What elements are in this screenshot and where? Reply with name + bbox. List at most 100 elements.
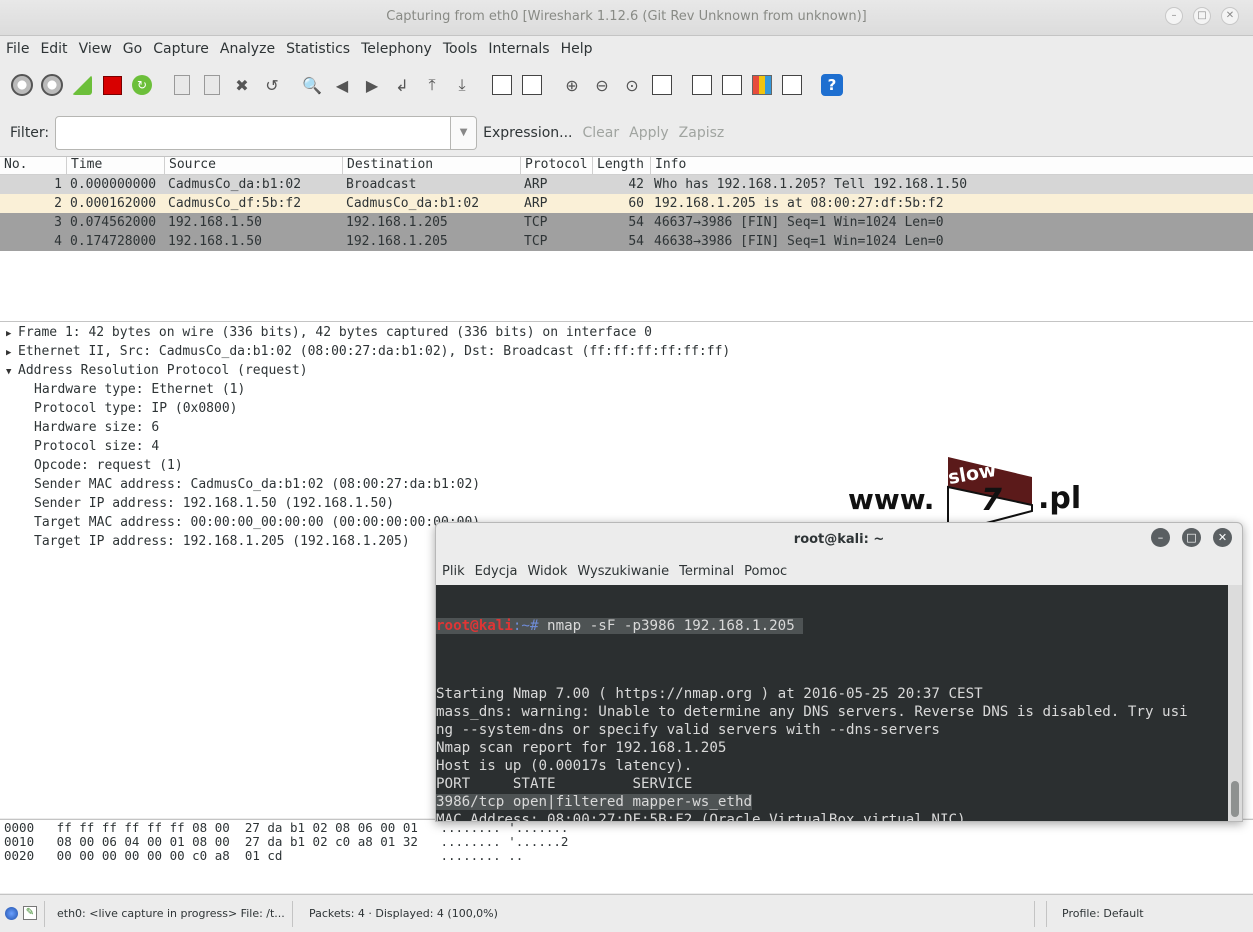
go-to-packet-button[interactable]: ↲ [389, 72, 415, 98]
packet-bytes[interactable]: 0000 ff ff ff ff ff ff 08 00 27 da b1 02… [0, 819, 1253, 893]
terminal-output-line: mass_dns: warning: Unable to determine a… [436, 704, 1188, 720]
tree-item-label: Address Resolution Protocol (request) [18, 363, 308, 378]
go-forward-button[interactable]: ▶ [359, 72, 385, 98]
expression-button[interactable]: Expression... [483, 125, 572, 141]
packet-list[interactable]: No. Time Source Destination Protocol Len… [0, 156, 1253, 322]
open-file-button[interactable] [169, 72, 195, 98]
status-profile[interactable]: Profile: Default [1062, 907, 1144, 920]
terminal-menu-wyszukiwanie[interactable]: Wyszukiwanie [577, 564, 669, 579]
zoom-normal-button[interactable]: ⊙ [619, 72, 645, 98]
menu-tools[interactable]: Tools [443, 41, 478, 57]
close-button[interactable]: ✕ [1221, 7, 1239, 25]
apply-button[interactable]: Apply [629, 125, 669, 141]
table-row[interactable]: 4 0.174728000 192.168.1.50 192.168.1.205 TCP… [0, 232, 1253, 251]
list-icon [492, 75, 512, 95]
restart-capture-button[interactable]: ↻ [129, 72, 155, 98]
clear-button[interactable]: Clear [583, 125, 620, 141]
column-header-info[interactable]: Info [650, 157, 1253, 174]
column-header-length[interactable]: Length [592, 157, 650, 174]
tree-item-ethernet[interactable]: ▶ Ethernet II, Src: CadmusCo_da:b1:02 (08… [0, 342, 1253, 361]
cell-info: Who has 192.168.1.205? Tell 192.168.1.50 [654, 177, 968, 192]
resize-columns-button[interactable] [649, 72, 675, 98]
terminal-maximize-button[interactable]: □ [1182, 528, 1201, 547]
terminal-window[interactable]: root@kali: ~ – □ ✕ Plik Edycja Widok Wyszuk… [435, 522, 1243, 822]
table-row[interactable]: 1 0.000000000 CadmusCo_da:b1:02 Broadcast AR… [0, 175, 1253, 194]
terminal-menu-terminal[interactable]: Terminal [679, 564, 734, 579]
menu-view[interactable]: View [79, 41, 112, 57]
capture-comment-icon[interactable]: ✎ [23, 906, 37, 920]
zoom-out-button[interactable]: ⊖ [589, 72, 615, 98]
tree-item-field[interactable]: Hardware size: 6 [0, 418, 1253, 437]
terminal-minimize-button[interactable]: – [1151, 528, 1170, 547]
menu-edit[interactable]: Edit [40, 41, 67, 57]
coloring-rules-button[interactable] [749, 72, 775, 98]
column-header-protocol[interactable]: Protocol [520, 157, 592, 174]
menu-analyze[interactable]: Analyze [220, 41, 275, 57]
start-capture-button[interactable] [69, 72, 95, 98]
cell-destination: Broadcast [346, 177, 417, 192]
go-back-button[interactable]: ◀ [329, 72, 355, 98]
filter-input[interactable] [55, 116, 452, 150]
tree-item-field[interactable]: Protocol type: IP (0x0800) [0, 399, 1253, 418]
help-button[interactable]: ? [819, 72, 845, 98]
menu-statistics[interactable]: Statistics [286, 41, 350, 57]
filter-bar: Filter: ▼ Expression... Clear Apply Zapi… [0, 114, 1253, 152]
terminal-menu-edycja[interactable]: Edycja [475, 564, 518, 579]
colorize-button[interactable] [489, 72, 515, 98]
expert-info-icon[interactable] [5, 907, 18, 920]
find-packet-button[interactable]: 🔍 [299, 72, 325, 98]
menu-go[interactable]: Go [123, 41, 142, 57]
cell-destination: 192.168.1.205 [346, 215, 448, 230]
maximize-button[interactable]: □ [1193, 7, 1211, 25]
terminal-menu-pomoc[interactable]: Pomoc [744, 564, 787, 579]
tree-item-arp[interactable]: ▼ Address Resolution Protocol (request) [0, 361, 1253, 380]
terminal-close-button[interactable]: ✕ [1213, 528, 1232, 547]
hex-line: 0020 00 00 00 00 00 00 c0 a8 01 cd .....… [4, 848, 524, 863]
terminal-menu-plik[interactable]: Plik [442, 564, 465, 579]
hex-line: 0000 ff ff ff ff ff ff 08 00 27 da b1 02… [4, 820, 569, 835]
filter-dropdown[interactable]: ▼ [451, 116, 478, 150]
list-interfaces-icon [11, 74, 33, 96]
terminal-menu-bar: Plik Edycja Widok Wyszukiwanie Terminal Pomoc [442, 564, 797, 579]
last-packet-button[interactable]: ⤓ [449, 72, 475, 98]
cell-length: 54 [628, 215, 644, 230]
column-header-no[interactable]: No. [0, 157, 66, 174]
first-packet-button[interactable]: ⤒ [419, 72, 445, 98]
close-file-button[interactable]: ✖ [229, 72, 255, 98]
column-header-destination[interactable]: Destination [342, 157, 520, 174]
interfaces-button[interactable] [9, 72, 35, 98]
menu-internals[interactable]: Internals [488, 41, 549, 57]
display-filter-icon [722, 75, 742, 95]
menu-capture[interactable]: Capture [153, 41, 209, 57]
triangle-down-icon: ▼ [6, 367, 12, 377]
table-row[interactable]: 2 0.000162000 CadmusCo_df:5b:f2 CadmusCo_da… [0, 194, 1253, 213]
jump-icon: ↲ [395, 75, 409, 95]
menu-telephony[interactable]: Telephony [361, 41, 432, 57]
shark-fin-icon [72, 75, 92, 95]
resize-columns-icon [652, 75, 672, 95]
terminal-screen[interactable]: root@kali:~# nmap -sF -p3986 192.168.1.2… [436, 585, 1230, 821]
preferences-button[interactable] [779, 72, 805, 98]
capture-filters-button[interactable] [689, 72, 715, 98]
save-file-button[interactable] [199, 72, 225, 98]
cell-length: 60 [628, 196, 644, 211]
capture-options-button[interactable] [39, 72, 65, 98]
tree-item-frame[interactable]: ▶ Frame 1: 42 bytes on wire (336 bits), 4… [0, 323, 1253, 342]
zoom-in-button[interactable]: ⊕ [559, 72, 585, 98]
reload-button[interactable]: ↺ [259, 72, 285, 98]
tree-item-field[interactable]: Hardware type: Ethernet (1) [0, 380, 1253, 399]
menu-help[interactable]: Help [561, 41, 593, 57]
display-filters-button[interactable] [719, 72, 745, 98]
column-header-time[interactable]: Time [66, 157, 164, 174]
stop-capture-button[interactable] [99, 72, 125, 98]
table-row[interactable]: 3 0.074562000 192.168.1.50 192.168.1.205 TCP… [0, 213, 1253, 232]
tree-item-field[interactable]: Protocol size: 4 [0, 437, 1253, 456]
menu-file[interactable]: File [6, 41, 29, 57]
save-filter-button[interactable]: Zapisz [679, 125, 725, 141]
column-header-source[interactable]: Source [164, 157, 342, 174]
terminal-menu-widok[interactable]: Widok [527, 564, 567, 579]
minimize-button[interactable]: – [1165, 7, 1183, 25]
scrollbar-thumb[interactable] [1231, 781, 1239, 817]
terminal-scrollbar[interactable] [1228, 585, 1242, 821]
autoscroll-button[interactable] [519, 72, 545, 98]
